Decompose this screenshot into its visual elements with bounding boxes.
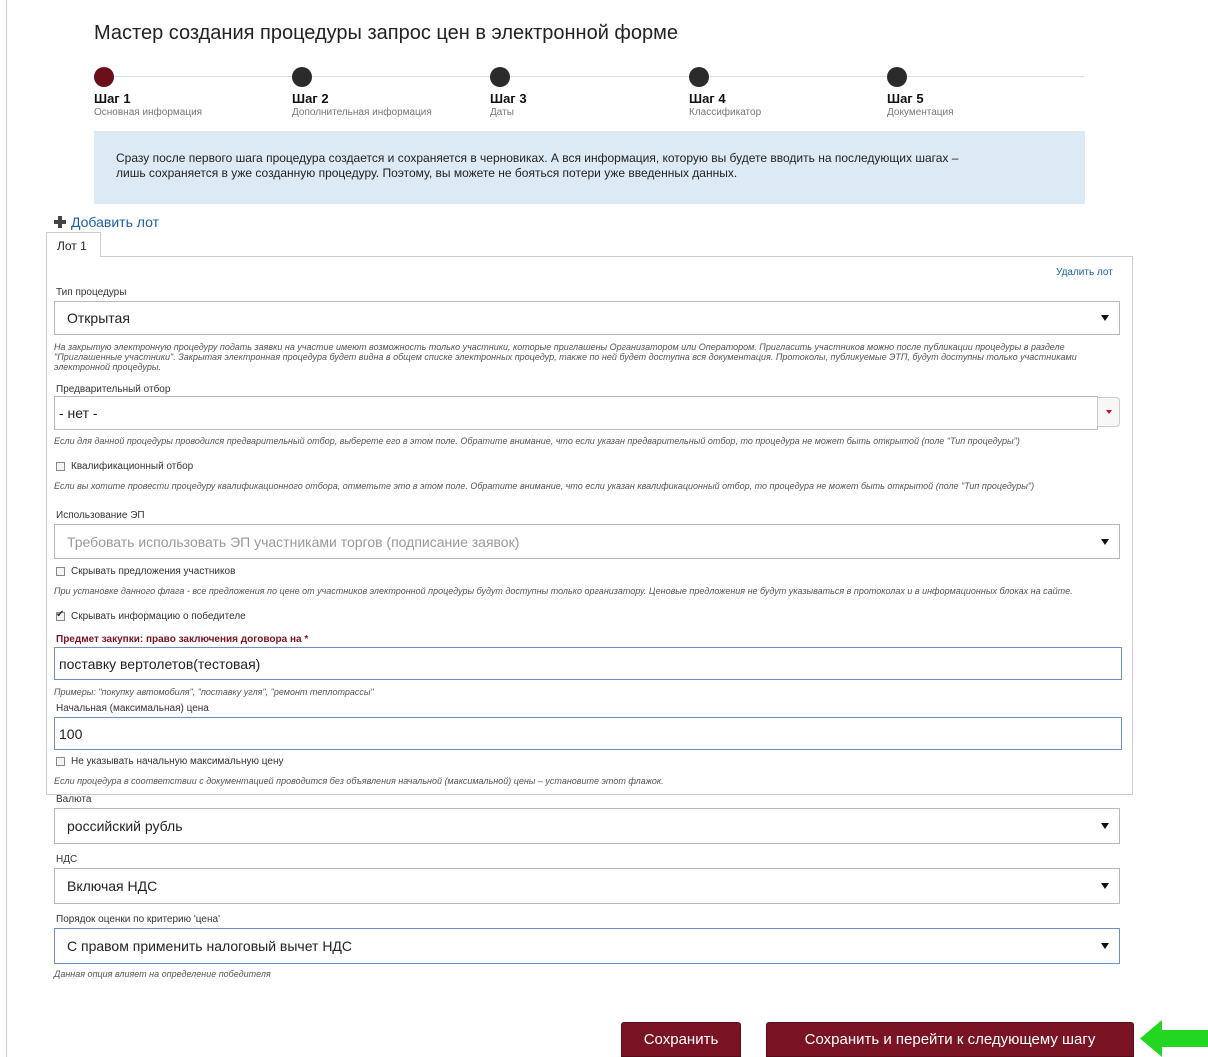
step-5-dot <box>887 67 907 87</box>
add-lot-label: Добавить лот <box>71 214 159 230</box>
preselection-dropdown-button[interactable] <box>1097 397 1120 427</box>
price-criterion-hint: Данная опция влияет на определение побед… <box>54 969 271 979</box>
no-start-price-row: Не указывать начальную максимальную цену <box>56 756 283 767</box>
dropdown-arrow-icon <box>1101 943 1109 949</box>
step-3-sub: Даты <box>490 107 514 118</box>
step-1-sub: Основная информация <box>94 107 203 118</box>
wizard-step-1[interactable]: Шаг 1 Основная информация <box>94 67 202 118</box>
info-banner: Сразу после первого шага процедура созда… <box>94 131 1085 204</box>
info-line-1: Сразу после первого шага процедура созда… <box>116 151 959 165</box>
dropdown-arrow-icon <box>1101 823 1109 829</box>
wizard-step-2[interactable]: Шаг 2 Дополнительная информация <box>292 67 432 118</box>
hide-offers-hint: При установке данного флага - все предло… <box>54 586 1073 596</box>
start-price-value: 100 <box>59 725 83 742</box>
price-criterion-label: Порядок оценки по критерию 'цена' <box>56 914 220 925</box>
preselection-select[interactable]: - нет - <box>54 396 1098 430</box>
proc-type-select[interactable]: Открытая <box>54 301 1120 335</box>
step-2-label: Шаг 2 <box>292 91 329 106</box>
hide-winner-label: Скрывать информацию о победителе <box>71 611 246 622</box>
no-start-price-hint: Если процедура в соответствии с документ… <box>54 776 664 786</box>
currency-label: Валюта <box>56 794 92 805</box>
wizard-step-5[interactable]: Шаг 5 Документация <box>887 67 954 118</box>
subject-label: Предмет закупки: право заключения догово… <box>56 634 309 645</box>
step-3-label: Шаг 3 <box>490 91 527 106</box>
subject-hint: Примеры: "покупку автомобиля", "поставку… <box>54 687 374 697</box>
step-3-dot <box>490 67 510 87</box>
qualification-label: Квалификационный отбор <box>71 461 194 472</box>
start-price-label: Начальная (максимальная) цена <box>56 703 209 714</box>
vat-select[interactable]: Включая НДС <box>54 868 1120 904</box>
proc-type-hint: На закрытую электронную процедуру подать… <box>54 342 1077 372</box>
subject-input[interactable]: поставку вертолетов(тестовая) <box>54 647 1122 680</box>
dropdown-arrow-icon <box>1101 315 1109 321</box>
vat-value: Включая НДС <box>67 878 158 894</box>
proc-type-label: Тип процедуры <box>56 287 127 298</box>
info-line-2: лишь сохраняется в уже созданную процеду… <box>116 166 738 180</box>
step-5-label: Шаг 5 <box>887 91 924 106</box>
qualification-checkbox[interactable] <box>56 462 65 471</box>
hide-offers-checkbox[interactable] <box>56 567 65 576</box>
preselection-hint: Если для данной процедуры проводился пре… <box>54 436 1020 446</box>
no-start-price-label: Не указывать начальную максимальную цену <box>71 756 284 767</box>
save-button[interactable]: Сохранить <box>621 1022 741 1057</box>
hide-offers-label: Скрывать предложения участников <box>71 566 236 577</box>
hide-winner-checkbox[interactable] <box>56 609 65 621</box>
caret-down-icon <box>1106 410 1112 414</box>
hide-winner-row: Скрывать информацию о победителе <box>56 609 246 622</box>
plus-icon <box>54 216 66 228</box>
wizard-step-4[interactable]: Шаг 4 Классификатор <box>689 67 761 118</box>
vat-label: НДС <box>56 854 78 865</box>
step-4-sub: Классификатор <box>689 107 762 118</box>
step-4-label: Шаг 4 <box>689 91 726 106</box>
step-2-sub: Дополнительная информация <box>292 107 432 118</box>
currency-value: российский рубль <box>67 818 183 834</box>
dropdown-arrow-icon <box>1101 883 1109 889</box>
price-criterion-select[interactable]: С правом применить налоговый вычет НДС <box>54 928 1120 964</box>
start-price-input[interactable]: 100 <box>54 717 1122 750</box>
subject-value: поставку вертолетов(тестовая) <box>59 655 261 672</box>
window-border <box>6 0 7 1057</box>
step-4-dot <box>689 67 709 87</box>
step-1-dot <box>94 67 114 87</box>
dropdown-arrow-icon <box>1101 538 1109 545</box>
page-title: Мастер создания процедуры запрос цен в э… <box>94 22 679 44</box>
preselection-value: - нет - <box>59 405 98 421</box>
wizard-step-3[interactable]: Шаг 3 Даты <box>490 67 527 118</box>
currency-select[interactable]: российский рубль <box>54 808 1120 844</box>
proc-type-value: Открытая <box>67 310 130 326</box>
ep-usage-label: Использование ЭП <box>56 510 145 521</box>
step-1-label: Шаг 1 <box>94 91 131 106</box>
ep-usage-value: Требовать использовать ЭП участниками то… <box>67 533 520 550</box>
save-and-next-button[interactable]: Сохранить и перейти к следующему шагу <box>766 1022 1134 1057</box>
tab-lot-1[interactable]: Лот 1 <box>46 232 101 257</box>
no-start-price-checkbox[interactable] <box>56 757 65 766</box>
hide-offers-row: Скрывать предложения участников <box>56 566 235 577</box>
price-criterion-value: С правом применить налоговый вычет НДС <box>67 938 353 954</box>
ep-usage-select[interactable]: Требовать использовать ЭП участниками то… <box>54 524 1120 559</box>
green-arrow-icon <box>1140 1020 1208 1057</box>
add-lot-link[interactable]: Добавить лот <box>54 214 159 230</box>
delete-lot-link[interactable]: Удалить лот <box>1056 267 1113 278</box>
step-5-sub: Документация <box>887 107 954 118</box>
preselection-label: Предварительный отбор <box>56 384 171 395</box>
step-2-dot <box>292 67 312 87</box>
qualification-row: Квалификационный отбор <box>56 461 193 472</box>
qualification-hint: Если вы хотите провести процедуру квалиф… <box>54 481 1035 491</box>
